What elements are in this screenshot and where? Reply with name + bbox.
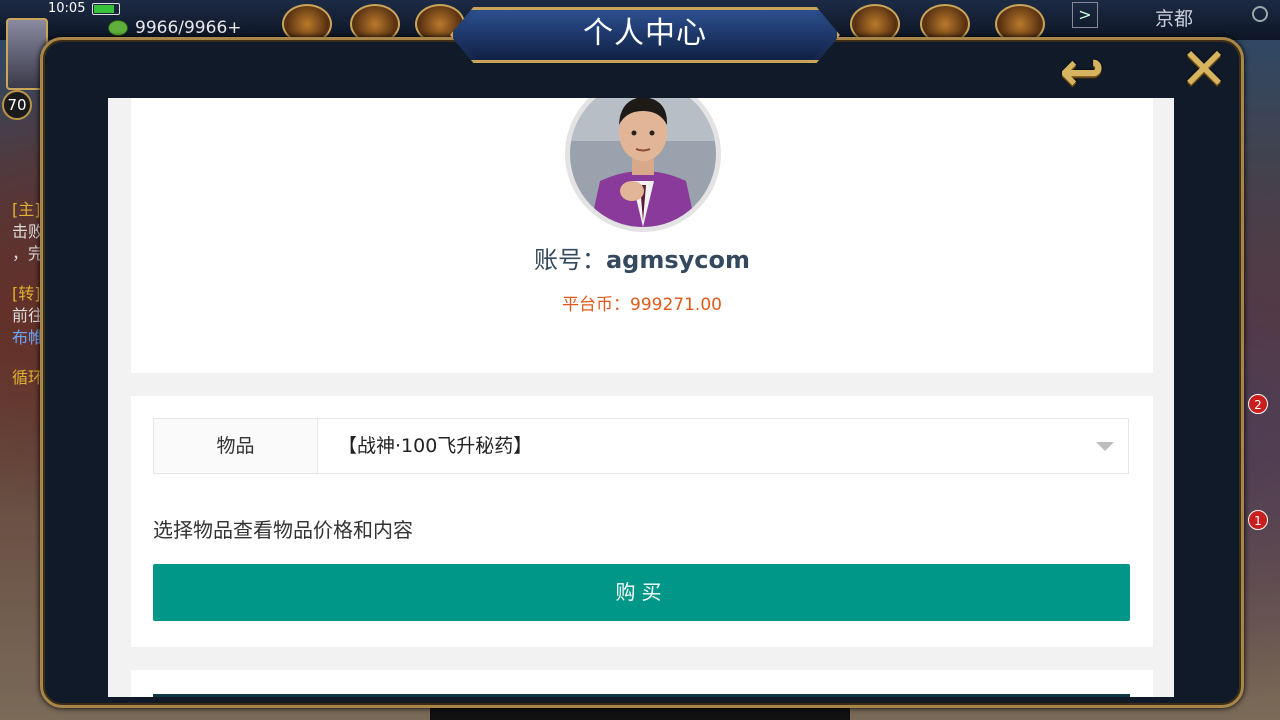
next-card bbox=[131, 670, 1153, 697]
notification-badge: 2 bbox=[1248, 394, 1268, 414]
balance-line: 平台币：999271.00 bbox=[131, 290, 1153, 315]
next-card-bar[interactable] bbox=[153, 694, 1130, 697]
item-select[interactable]: 物品 【战神·100飞升秘药】 bbox=[153, 418, 1129, 474]
chevron-down-icon[interactable] bbox=[1096, 442, 1114, 451]
item-hint: 选择物品查看物品价格和内容 bbox=[153, 518, 413, 542]
buy-button[interactable]: 购买 bbox=[153, 564, 1130, 621]
balance-value: 999271.00 bbox=[630, 295, 722, 315]
stamina-value: 9966/9966 bbox=[135, 18, 228, 38]
content-panel[interactable]: 账号：agmsycom 平台币：999271.00 物品 【战神·100飞升秘药… bbox=[108, 98, 1174, 697]
item-selected-text: 【战神·100飞升秘药】 bbox=[338, 435, 533, 457]
bottom-bar bbox=[430, 706, 850, 720]
close-button[interactable]: ✕ bbox=[1176, 40, 1232, 98]
account-name: agmsycom bbox=[605, 246, 751, 274]
back-button[interactable]: ↩ bbox=[1044, 45, 1120, 99]
play-icon[interactable]: > bbox=[1072, 2, 1098, 28]
profile-card: 账号：agmsycom 平台币：999271.00 bbox=[131, 98, 1153, 373]
city-name: 京都 bbox=[1155, 8, 1194, 30]
player-level-badge: 70 bbox=[2, 90, 32, 120]
dialog-title: 个人中心 bbox=[583, 16, 707, 51]
avatar bbox=[565, 98, 721, 232]
quest-main-tag[interactable]: [主] bbox=[12, 200, 41, 220]
avatar-portrait bbox=[570, 98, 716, 227]
stamina-icon bbox=[108, 20, 128, 36]
stamina-plus-icon[interactable]: + bbox=[227, 18, 241, 38]
battery-icon bbox=[92, 3, 120, 15]
account-label: 账号： bbox=[533, 246, 606, 274]
item-select-label: 物品 bbox=[154, 419, 318, 473]
search-icon[interactable] bbox=[1252, 6, 1268, 22]
balance-label: 平台币： bbox=[562, 295, 631, 315]
account-line: 账号：agmsycom bbox=[131, 240, 1153, 275]
status-time: 10:05 bbox=[48, 1, 86, 16]
quest-transfer-tag[interactable]: [转] bbox=[12, 284, 41, 304]
stamina-counter[interactable]: 9966/9966+ bbox=[135, 18, 242, 38]
notification-badge: 1 bbox=[1248, 510, 1268, 530]
purchase-card: 物品 【战神·100飞升秘药】 选择物品查看物品价格和内容 购买 bbox=[131, 396, 1153, 647]
item-select-value[interactable]: 【战神·100飞升秘药】 bbox=[318, 419, 1128, 473]
